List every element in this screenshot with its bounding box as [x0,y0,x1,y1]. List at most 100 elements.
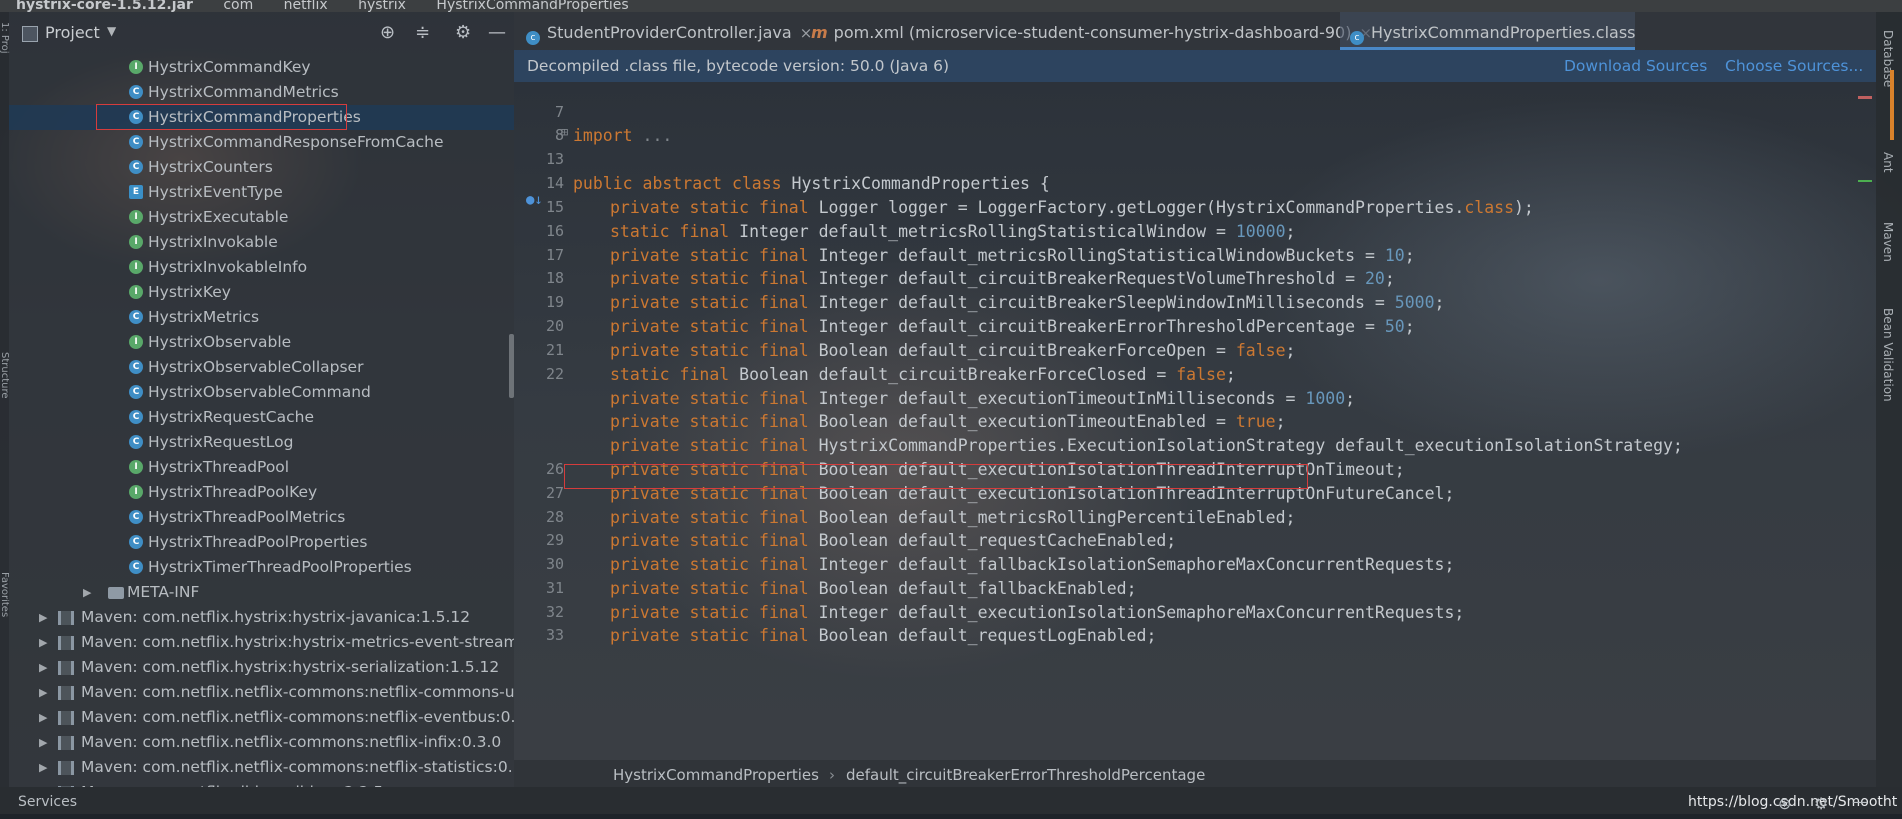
tree-item[interactable]: E HystrixEventType [9,180,514,205]
tree-item[interactable]: I HystrixThreadPool [9,455,514,480]
code-line: private static final Integer default_exe… [610,389,1355,408]
tree-library[interactable]: ▶ Maven: com.netflix.netflix-commons:netf… [9,755,514,780]
editor-breadcrumb-class[interactable]: HystrixCommandProperties [613,760,819,787]
tree-item-label: HystrixThreadPoolKey [148,483,318,501]
tree-item[interactable]: C HystrixCommandProperties [9,105,514,130]
code-token: private static final [610,436,809,455]
bean-validation-tool[interactable]: Bean Validation [1881,308,1895,402]
tree-library[interactable]: ▶ Maven: com.netflix.netflix-commons:netf… [9,730,514,755]
code-token: Boolean default_executionIsolationThread… [808,484,1455,503]
tree-item-label: HystrixCounters [148,158,273,176]
tab-label: HystrixCommandProperties.class [1371,23,1636,42]
code-token: true [1235,412,1276,431]
tree-item-label: HystrixMetrics [148,308,260,326]
tree-item-label: HystrixCommandMetrics [148,83,339,101]
tree-item[interactable]: I HystrixInvokable [9,230,514,255]
code-token: private static final [610,389,809,408]
navigation-breadcrumb: hystrix-core-1.5.12.jar com netflix hyst… [0,0,1902,12]
class-icon: c [526,31,540,45]
tree-item-label: HystrixThreadPoolProperties [148,533,368,551]
code-line: import ... [573,126,672,145]
tree-item[interactable]: C HystrixTimerThreadPoolProperties [9,555,514,580]
tree-item[interactable]: I HystrixExecutable [9,205,514,230]
tree-library[interactable]: ▶ Maven: com.netflix.ribbon:ribbon:2.2.5 [9,780,514,787]
tree-folder-meta-inf[interactable]: ▶ META-INF [9,580,514,605]
tree-item[interactable]: I HystrixThreadPoolKey [9,480,514,505]
tree-item[interactable]: I HystrixCommandKey [9,55,514,80]
tree-item[interactable]: I HystrixKey [9,280,514,305]
collapse-all-icon[interactable]: ≑ [415,22,430,43]
globe-icon[interactable]: ⊛ [1778,789,1791,819]
interface-icon: I [129,460,143,474]
tree-library[interactable]: ▶ Maven: com.netflix.netflix-commons:netf… [9,680,514,705]
maven-tool[interactable]: Maven [1881,222,1895,262]
tree-item[interactable]: C HystrixCommandMetrics [9,80,514,105]
chevron-right-icon[interactable]: ▶ [39,755,47,780]
interface-icon: I [129,210,143,224]
code-token: 1000 [1305,389,1346,408]
tree-library[interactable]: ▶ Maven: com.netflix.hystrix:hystrix-java… [9,605,514,630]
line-number: 16 [545,222,564,240]
code-line: static final Integer default_metricsRoll… [610,222,1295,241]
folder-icon [108,587,124,599]
chevron-right-icon[interactable]: ▶ [39,605,47,630]
code-line: private static final Integer default_exe… [610,603,1464,622]
tree-item[interactable]: C HystrixMetrics [9,305,514,330]
chevron-right-icon[interactable]: ▶ [39,705,47,730]
tree-library-label: Maven: com.netflix.netflix-commons:netfl… [81,683,514,701]
chevron-right-icon[interactable]: ▶ [39,630,47,655]
tree-item[interactable]: C HystrixObservableCollapser [9,355,514,380]
tree-item[interactable]: I HystrixObservable [9,330,514,355]
chevron-right-icon[interactable]: ▶ [39,730,47,755]
tree-item[interactable]: C HystrixRequestLog [9,430,514,455]
code-token: ... [642,126,673,145]
tree-item[interactable]: C HystrixThreadPoolMetrics [9,505,514,530]
chevron-right-icon[interactable]: ▶ [39,780,47,787]
choose-sources-link[interactable]: Choose Sources... [1725,50,1863,82]
code-token: ; [1404,317,1415,336]
chevron-right-icon[interactable]: ▶ [39,680,47,705]
breadcrumb-hystrix[interactable]: hystrix [358,0,406,12]
tree-item[interactable]: C HystrixCounters [9,155,514,180]
breadcrumb-class[interactable]: HystrixCommandProperties [436,0,628,12]
tree-item[interactable]: C HystrixThreadPoolProperties [9,530,514,555]
tree-item[interactable]: C HystrixObservableCommand [9,380,514,405]
line-number: 20 [545,317,564,335]
services-tool[interactable]: Services [18,787,77,817]
tab-label: StudentProviderController.java [547,23,792,42]
hide-panel-icon[interactable]: — [488,22,506,43]
minimize-icon[interactable]: — [1852,787,1868,817]
tab-student-provider-controller[interactable]: c StudentProviderController.java × [526,12,812,50]
gear-icon[interactable]: ⚙ [1814,789,1828,819]
tree-item[interactable]: I HystrixInvokableInfo [9,255,514,280]
breadcrumb-com[interactable]: com [223,0,253,12]
chevron-down-icon[interactable]: ▼ [107,24,116,38]
breadcrumb-jar[interactable]: hystrix-core-1.5.12.jar [16,0,193,12]
tree-library[interactable]: ▶ Maven: com.netflix.hystrix:hystrix-metr… [9,630,514,655]
tree-item[interactable]: C HystrixCommandResponseFromCache [9,130,514,155]
tab-pom-xml[interactable]: m pom.xml (microservice-student-consumer-… [811,12,1372,50]
tree-item-label: HystrixObservableCollapser [148,358,364,376]
enum-icon: E [129,185,143,199]
tree-library[interactable]: ▶ Maven: com.netflix.hystrix:hystrix-seri… [9,655,514,680]
chevron-right-icon[interactable]: ▶ [83,580,91,605]
tree-item[interactable]: C HystrixRequestCache [9,405,514,430]
tab-hystrix-command-properties[interactable]: c HystrixCommandProperties.class [1340,12,1636,50]
editor-breadcrumb-field[interactable]: default_circuitBreakerErrorThresholdPerc… [846,760,1205,787]
fold-icon[interactable]: ⊞ [561,125,568,139]
class-icon: C [129,160,143,174]
gear-icon[interactable]: ⚙ [455,22,471,43]
code-token: private static final [610,246,809,265]
breadcrumb-netflix[interactable]: netflix [284,0,328,12]
download-sources-link[interactable]: Download Sources [1564,50,1707,82]
code-line: private static final Integer default_cir… [610,269,1395,288]
code-view[interactable]: import ... public abstract class HystrixC… [561,82,1873,760]
code-line: private static final Boolean default_exe… [610,460,1405,479]
code-token: Boolean default_metricsRollingPercentile… [808,508,1296,527]
ant-tool[interactable]: Ant [1881,152,1895,173]
locate-icon[interactable]: ⊕ [380,22,395,43]
project-panel-title[interactable]: Project [45,23,100,42]
tree-library[interactable]: ▶ Maven: com.netflix.netflix-commons:netf… [9,705,514,730]
code-line: private static final Boolean default_cir… [610,341,1295,360]
chevron-right-icon[interactable]: ▶ [39,655,47,680]
